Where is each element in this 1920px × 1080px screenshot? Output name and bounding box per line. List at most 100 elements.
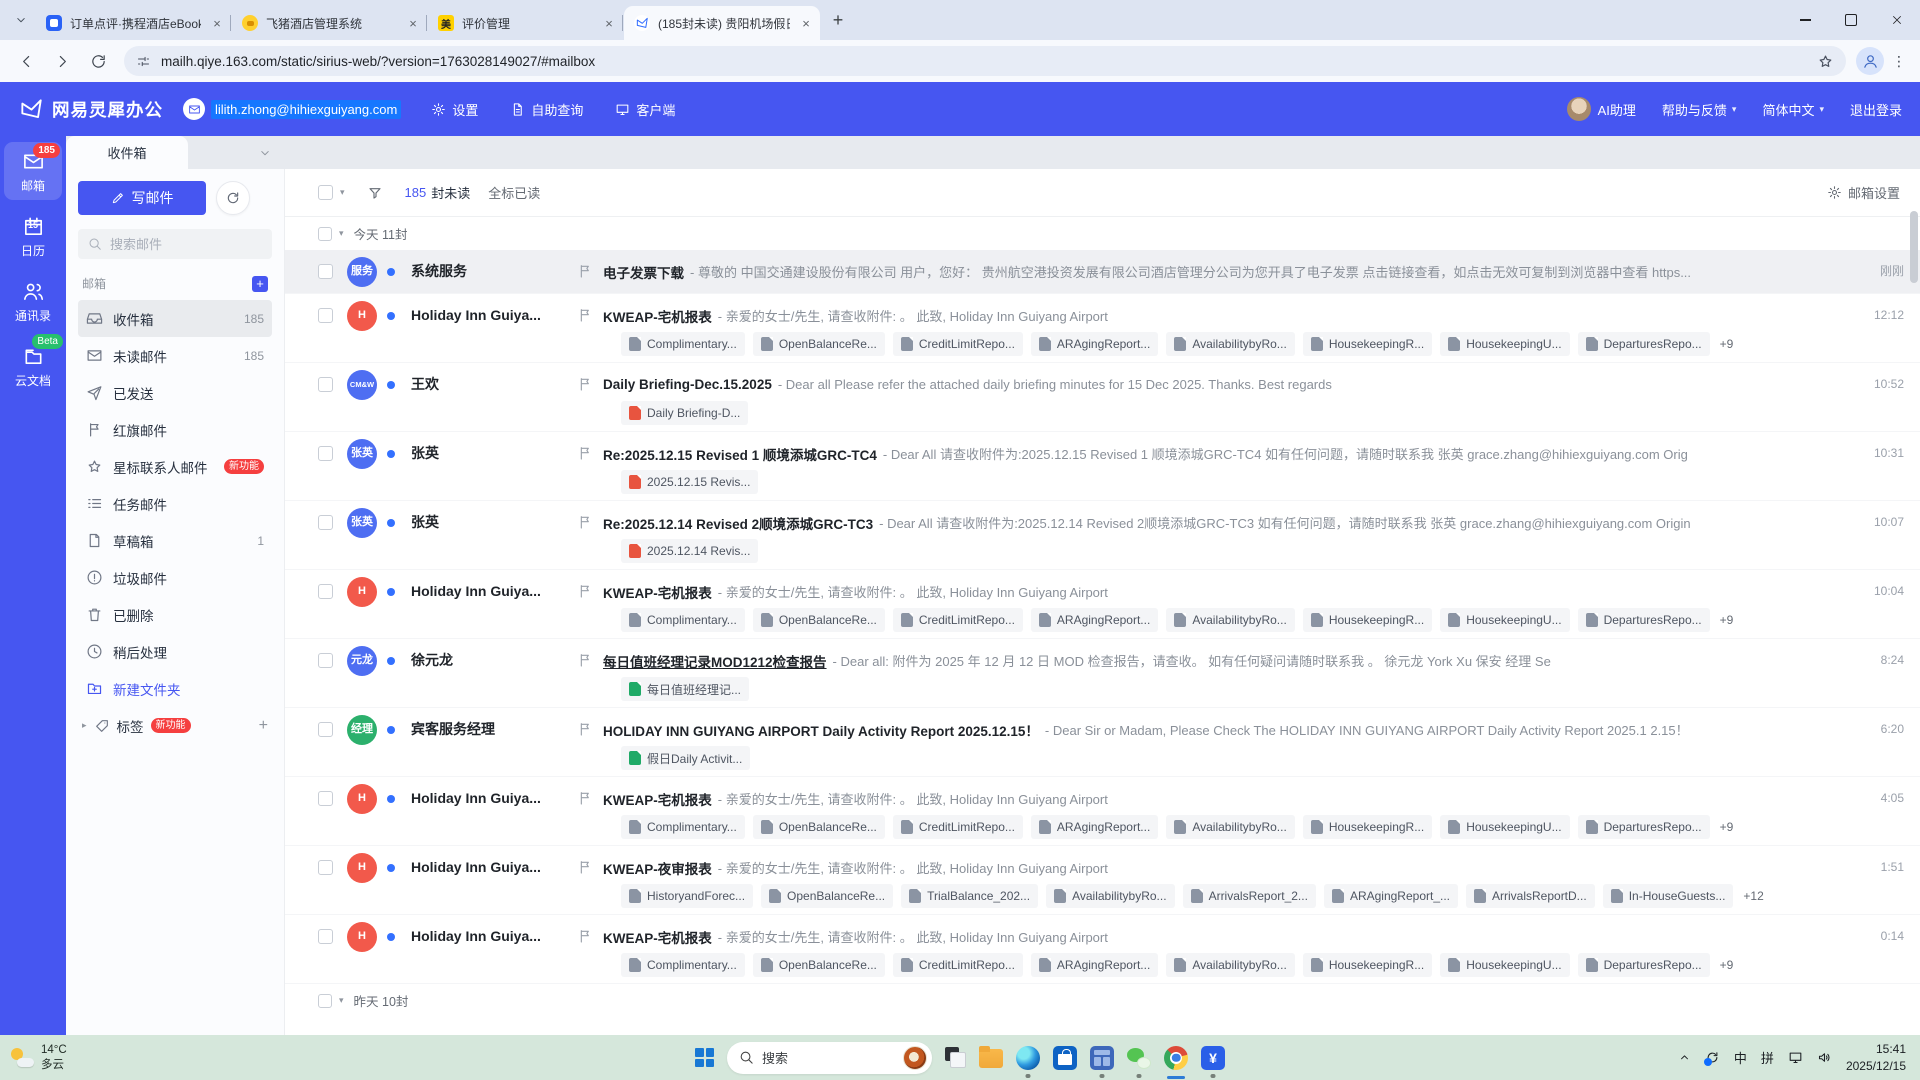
email-row-1[interactable]: H Holiday Inn Guiya... KWEAP-宅机报表亲爱的女士/先生,…: [285, 294, 1920, 363]
filter-icon[interactable]: [367, 185, 383, 201]
group-collapse-caret[interactable]: [339, 228, 344, 239]
mailbox-settings-button[interactable]: 邮箱设置: [1827, 183, 1900, 202]
rail-item-mail[interactable]: 邮箱 185: [4, 142, 62, 200]
mail-search-input[interactable]: [110, 236, 286, 252]
attachment-chip[interactable]: ARAgingReport...: [1030, 815, 1159, 839]
attachment-chip[interactable]: 2025.12.14 Revis...: [621, 539, 759, 563]
microsoft-store-button[interactable]: [1053, 1035, 1077, 1080]
tab-close-button[interactable]: ×: [405, 15, 421, 31]
tab-search-button[interactable]: [8, 7, 34, 33]
email-row-3[interactable]: 张英 张英 Re:2025.12.15 Revised 1 顺境添城GRC-TC4 D…: [285, 432, 1920, 501]
calculator-button[interactable]: [1090, 1035, 1114, 1080]
select-dropdown-caret[interactable]: [340, 187, 345, 198]
sync-tray-icon[interactable]: [1703, 1050, 1720, 1066]
attachment-chip[interactable]: DeparturesRepo...: [1577, 953, 1710, 977]
group-collapse-caret[interactable]: [339, 995, 344, 1006]
taskbar-clock[interactable]: 15:41 2025/12/15: [1846, 1041, 1906, 1073]
attachment-chip[interactable]: TrialBalance_202...: [901, 884, 1039, 908]
email-checkbox[interactable]: [318, 264, 333, 279]
settings-menu-item[interactable]: 设置: [431, 100, 478, 119]
account-switcher[interactable]: lilith.zhong@hihiexguiyang.com: [183, 98, 402, 120]
attachment-chip[interactable]: CreditLimitRepo...: [892, 953, 1023, 977]
email-checkbox[interactable]: [318, 791, 333, 806]
attachment-chip[interactable]: HistoryandForec...: [621, 884, 754, 908]
sidebar-folder-1[interactable]: 未读邮件 185: [78, 337, 272, 374]
network-icon[interactable]: [1788, 1050, 1803, 1065]
email-row-6[interactable]: 元龙 徐元龙 每日值班经理记录MOD1212检查报告 Dear all: 附件为 20…: [285, 639, 1920, 708]
browser-profile-button[interactable]: [1856, 47, 1884, 75]
flag-icon[interactable]: [577, 928, 593, 944]
flag-icon[interactable]: [577, 652, 593, 668]
group-header-0[interactable]: 今天 11封: [285, 217, 1920, 250]
attachment-chip[interactable]: CreditLimitRepo...: [892, 608, 1023, 632]
attachment-chip[interactable]: AvailabilitybyRo...: [1046, 884, 1175, 908]
client-menu-item[interactable]: 客户端: [615, 100, 675, 119]
select-all-checkbox[interactable]: [318, 185, 333, 200]
attachment-chip[interactable]: OpenBalanceRe...: [752, 815, 885, 839]
taskbar-search[interactable]: 搜索: [727, 1041, 932, 1074]
tab-close-button[interactable]: ×: [209, 15, 225, 31]
email-row-8[interactable]: H Holiday Inn Guiya... KWEAP-宅机报表亲爱的女士/先生,…: [285, 777, 1920, 846]
attachment-chip[interactable]: HousekeepingU...: [1440, 815, 1570, 839]
taskbar-weather-widget[interactable]: 14°C 多云: [10, 1043, 67, 1073]
sidebar-folder-9[interactable]: 稍后处理: [78, 633, 272, 670]
url-input[interactable]: [161, 53, 1807, 69]
attachment-chip[interactable]: CreditLimitRepo...: [892, 815, 1023, 839]
sidebar-folder-0[interactable]: 收件箱 185: [78, 300, 272, 337]
browser-tab-1[interactable]: 飞猪酒店管理系统 ×: [232, 6, 428, 40]
attachment-chip[interactable]: In-HouseGuests...: [1602, 884, 1734, 908]
attachment-chip[interactable]: ArrivalsReport_2...: [1182, 884, 1316, 908]
attachment-chip[interactable]: DeparturesRepo...: [1577, 608, 1710, 632]
chevron-up-icon[interactable]: [1678, 1051, 1691, 1064]
flag-icon[interactable]: [577, 445, 593, 461]
attachment-chip[interactable]: HousekeepingR...: [1302, 953, 1433, 977]
email-checkbox[interactable]: [318, 860, 333, 875]
attachment-chip[interactable]: AvailabilitybyRo...: [1166, 608, 1295, 632]
edge-button[interactable]: [1016, 1035, 1040, 1080]
volume-icon[interactable]: [1817, 1050, 1832, 1065]
sidebar-folder-7[interactable]: 垃圾邮件: [78, 559, 272, 596]
attachment-chip[interactable]: HousekeepingR...: [1302, 332, 1433, 356]
finance-app-button[interactable]: [1201, 1035, 1225, 1080]
chrome-button[interactable]: [1164, 1035, 1188, 1080]
tags-row[interactable]: 标签 新功能: [78, 707, 272, 744]
ime-mode-indicator[interactable]: 拼: [1761, 1048, 1774, 1067]
sidebar-folder-4[interactable]: 星标联系人邮件 新功能: [78, 448, 272, 485]
flag-icon[interactable]: [577, 376, 593, 392]
email-checkbox[interactable]: [318, 377, 333, 392]
attachment-chip[interactable]: DeparturesRepo...: [1577, 815, 1710, 839]
site-settings-icon[interactable]: [136, 54, 151, 69]
ime-language-indicator[interactable]: 中: [1734, 1048, 1747, 1067]
attachment-chip[interactable]: ARAgingReport_...: [1323, 884, 1458, 908]
file-explorer-button[interactable]: [979, 1035, 1003, 1080]
sidebar-folder-6[interactable]: 草稿箱 1: [78, 522, 272, 559]
wechat-button[interactable]: [1127, 1035, 1151, 1080]
email-checkbox[interactable]: [318, 515, 333, 530]
flag-icon[interactable]: [577, 790, 593, 806]
start-button[interactable]: [695, 1035, 714, 1080]
tab-close-button[interactable]: ×: [798, 15, 814, 31]
attachment-chip[interactable]: ARAgingReport...: [1030, 953, 1159, 977]
mark-all-read-button[interactable]: 全标已读: [488, 183, 540, 202]
email-row-10[interactable]: H Holiday Inn Guiya... KWEAP-宅机报表亲爱的女士/先生,…: [285, 915, 1920, 984]
attachment-chip[interactable]: HousekeepingR...: [1302, 608, 1433, 632]
forward-button[interactable]: [46, 45, 78, 77]
sidebar-folder-10[interactable]: 新建文件夹: [78, 670, 272, 707]
tab-list-toggle[interactable]: [250, 136, 280, 169]
group-header-1[interactable]: 昨天 10封: [285, 984, 1920, 1017]
attachment-chip[interactable]: ARAgingReport...: [1030, 332, 1159, 356]
email-checkbox[interactable]: [318, 308, 333, 323]
attachment-chip[interactable]: AvailabilitybyRo...: [1166, 953, 1295, 977]
chevron-right-icon[interactable]: [82, 720, 87, 731]
email-checkbox[interactable]: [318, 929, 333, 944]
back-button[interactable]: [10, 45, 42, 77]
window-minimize-button[interactable]: [1782, 0, 1828, 40]
help-feedback-menu[interactable]: 帮助与反馈: [1662, 100, 1737, 119]
browser-tab-3[interactable]: (185封未读) 贵阳机场假日酒 ×: [624, 6, 820, 40]
sidebar-folder-3[interactable]: 红旗邮件: [78, 411, 272, 448]
sidebar-folder-8[interactable]: 已删除: [78, 596, 272, 633]
task-view-button[interactable]: [945, 1035, 966, 1080]
address-bar[interactable]: [124, 46, 1846, 76]
email-checkbox[interactable]: [318, 584, 333, 599]
reload-button[interactable]: [82, 45, 114, 77]
